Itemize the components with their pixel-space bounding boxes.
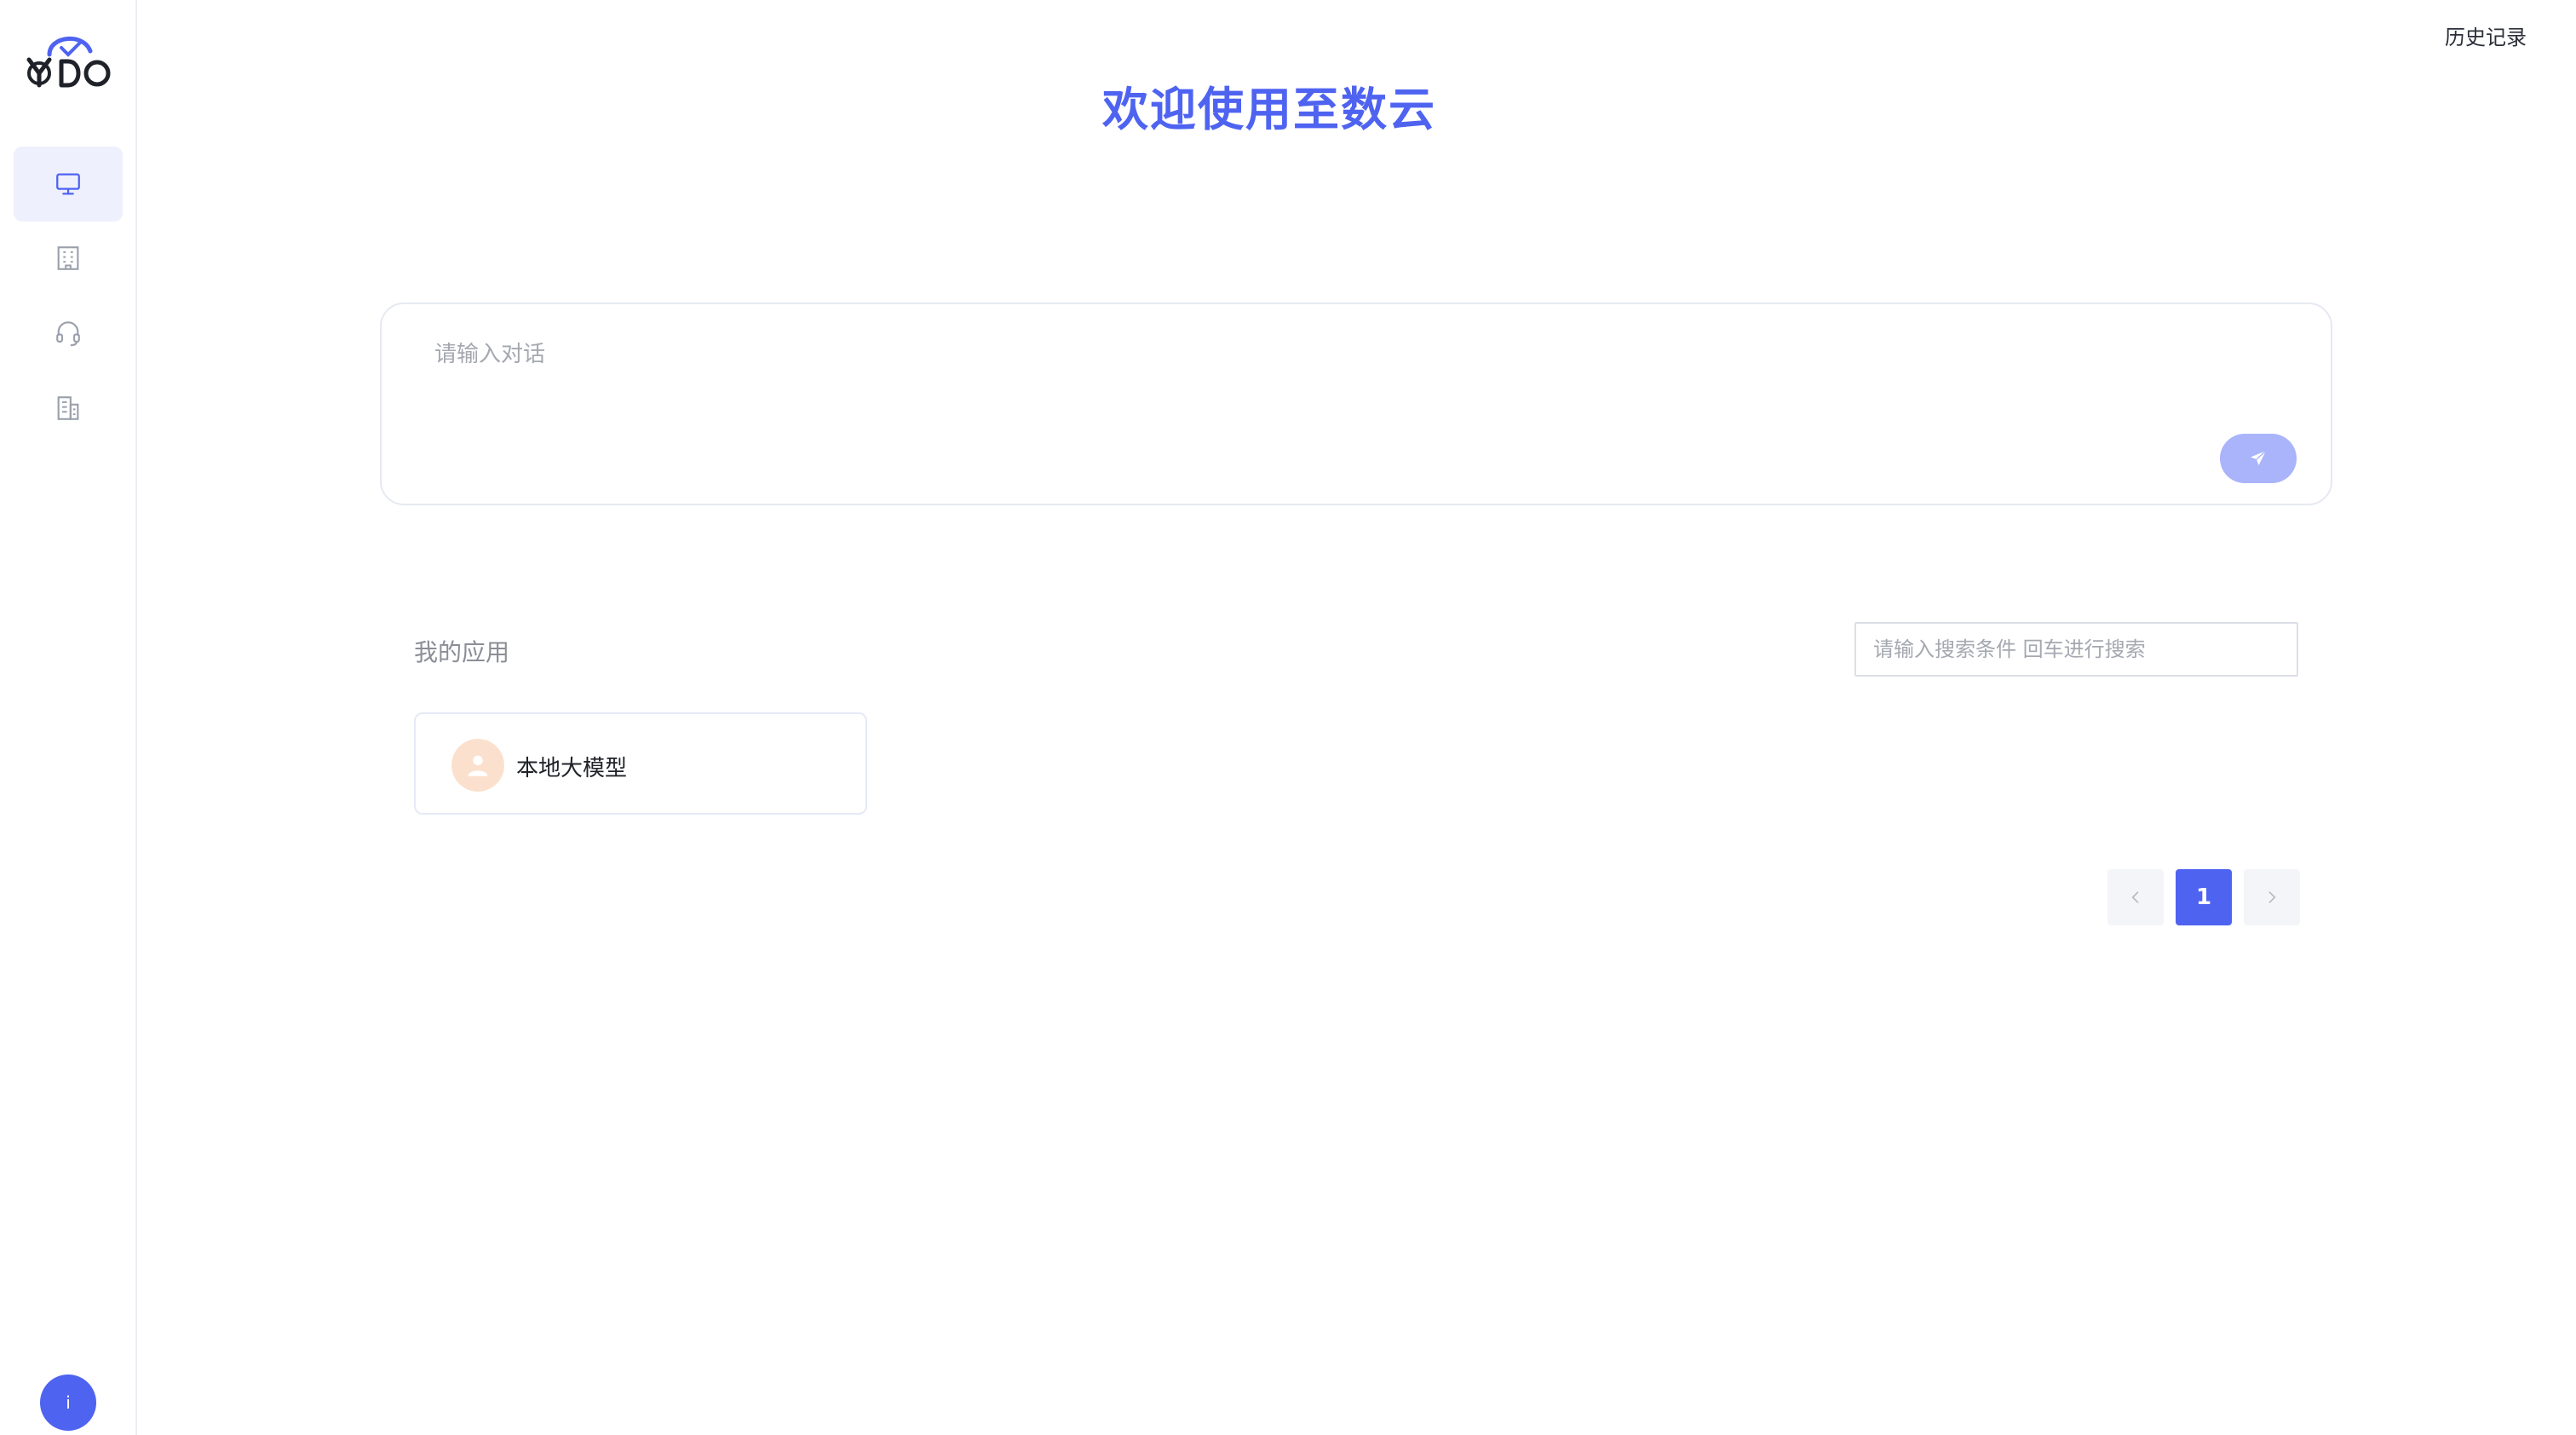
sidebar: i xyxy=(0,0,137,1435)
sidebar-item-service[interactable] xyxy=(14,296,123,371)
app-search-input[interactable] xyxy=(1854,622,2298,677)
headset-icon xyxy=(56,321,80,347)
chevron-left-icon xyxy=(2131,891,2139,903)
user-icon xyxy=(468,755,488,776)
sidebar-item-company[interactable] xyxy=(14,371,123,446)
page-number-button[interactable]: 1 xyxy=(2176,869,2232,925)
office-building-icon xyxy=(57,246,79,270)
page-title: 欢迎使用至数云 xyxy=(1102,83,1436,136)
app-card[interactable]: 本地大模型 xyxy=(414,712,867,815)
sidebar-item-office[interactable] xyxy=(14,221,123,296)
company-building-icon xyxy=(57,396,79,420)
chevron-right-icon xyxy=(2268,891,2276,903)
app-name: 本地大模型 xyxy=(516,756,628,781)
prev-page-button[interactable] xyxy=(2107,869,2164,925)
send-icon xyxy=(2251,450,2267,465)
user-avatar[interactable]: i xyxy=(40,1374,96,1431)
send-button[interactable] xyxy=(2220,434,2297,483)
chat-input[interactable] xyxy=(433,335,2222,437)
history-link[interactable]: 历史记录 xyxy=(2445,20,2527,50)
next-page-button[interactable] xyxy=(2244,869,2300,925)
chat-box xyxy=(380,303,2332,505)
app-logo xyxy=(24,26,112,95)
my-apps-title: 我的应用 xyxy=(414,638,510,666)
monitor-icon xyxy=(56,173,80,195)
app-avatar xyxy=(451,739,504,792)
user-avatar-label: i xyxy=(66,1392,71,1413)
sidebar-item-workbench[interactable] xyxy=(14,147,123,222)
